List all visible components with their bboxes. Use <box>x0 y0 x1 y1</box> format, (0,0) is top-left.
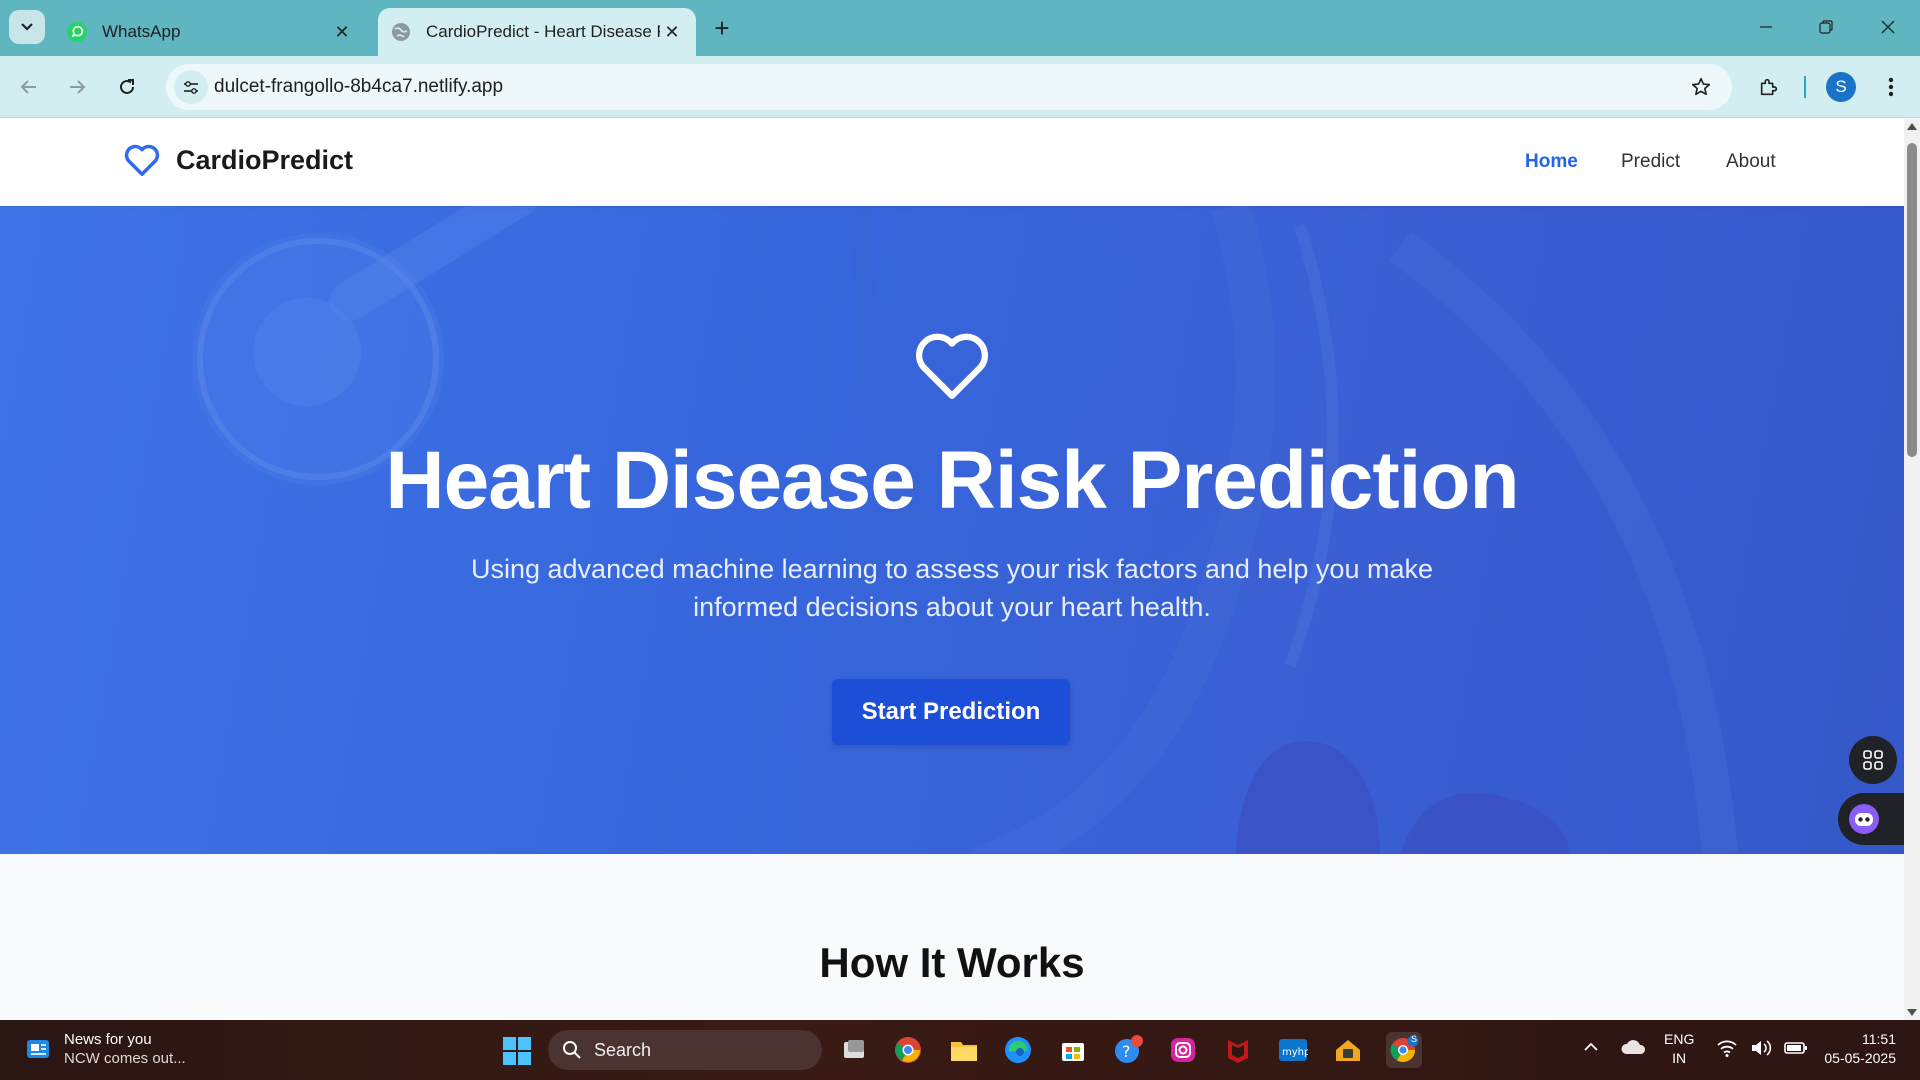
hero-title: Heart Disease Risk Prediction <box>385 435 1519 526</box>
back-button[interactable] <box>12 70 46 104</box>
browser-toolbar: dulcet-frangollo-8b4ca7.netlify.app S <box>0 56 1920 118</box>
tab-cardiopredict[interactable]: CardioPredict - Heart Disease R ✕ <box>378 8 696 56</box>
close-icon[interactable]: ✕ <box>660 20 684 44</box>
page-viewport: CardioPredict Home Predict About Heart D… <box>0 119 1904 1020</box>
minimize-button[interactable] <box>1744 10 1788 44</box>
scroll-up-arrow-icon[interactable] <box>1907 123 1917 130</box>
address-bar[interactable]: dulcet-frangollo-8b4ca7.netlify.app <box>166 64 1732 110</box>
myhp-icon[interactable]: myhp <box>1275 1032 1311 1068</box>
new-tab-button[interactable]: + <box>708 13 736 43</box>
microsoft-store-icon[interactable] <box>1055 1032 1091 1068</box>
restore-button[interactable] <box>1804 10 1848 44</box>
instagram-icon[interactable] <box>1165 1032 1201 1068</box>
site-navbar: CardioPredict Home Predict About <box>0 119 1904 206</box>
tune-icon <box>184 81 198 94</box>
chrome-profile-icon[interactable]: S <box>1386 1032 1422 1068</box>
region-code: IN <box>1672 1050 1687 1066</box>
profile-avatar[interactable]: S <box>1826 72 1856 102</box>
arrow-left-icon <box>20 80 36 94</box>
file-explorer-icon[interactable] <box>946 1032 982 1068</box>
page-scrollbar[interactable] <box>1904 119 1920 1020</box>
windows-start-icon[interactable] <box>502 1036 532 1066</box>
site-info-button[interactable] <box>174 70 208 104</box>
minimize-icon <box>1760 26 1772 28</box>
nav-home-link[interactable]: Home <box>1525 151 1578 173</box>
heart-icon <box>124 144 160 176</box>
close-window-button[interactable] <box>1866 10 1910 44</box>
taskbar-search-box[interactable]: Search <box>548 1030 822 1070</box>
system-tray-icons[interactable] <box>1716 1038 1808 1058</box>
assistant-bot-icon <box>1849 804 1879 834</box>
news-headline: NCW comes out... <box>64 1050 186 1067</box>
tab-search-button[interactable] <box>9 10 45 44</box>
floating-assistant-button[interactable] <box>1838 793 1904 845</box>
windows-taskbar: News for you NCW comes out... Search ? m… <box>0 1020 1920 1080</box>
chevron-up-icon[interactable] <box>1582 1038 1600 1056</box>
extensions-icon[interactable] <box>1752 70 1786 104</box>
volume-icon <box>1752 1040 1772 1056</box>
news-widget[interactable]: News for you NCW comes out... <box>24 1030 186 1068</box>
grid-icon <box>1863 750 1883 770</box>
mcafee-icon[interactable] <box>1220 1032 1256 1068</box>
chrome-icon[interactable] <box>890 1032 926 1068</box>
forward-button[interactable] <box>60 70 94 104</box>
edge-icon[interactable] <box>1000 1032 1036 1068</box>
reload-button[interactable] <box>110 70 144 104</box>
restore-icon <box>1819 20 1833 34</box>
svg-text:myhp: myhp <box>1282 1047 1308 1058</box>
close-icon <box>1881 20 1895 34</box>
close-icon[interactable]: ✕ <box>330 20 354 44</box>
vpn-lock-icon[interactable] <box>1330 1032 1366 1068</box>
how-it-works-heading: How It Works <box>819 939 1085 986</box>
scrollbar-thumb[interactable] <box>1907 143 1917 457</box>
wifi-icon <box>1717 1040 1737 1057</box>
news-icon <box>27 1040 49 1058</box>
start-prediction-button[interactable]: Start Prediction <box>832 679 1070 745</box>
browser-tab-strip: WhatsApp ✕ CardioPredict - Heart Disease… <box>0 0 1920 56</box>
arrow-right-icon <box>70 80 86 94</box>
nav-about-link[interactable]: About <box>1726 151 1776 173</box>
hero-subtitle: Using advanced machine learning to asses… <box>470 554 1433 622</box>
news-title: News for you <box>64 1031 152 1048</box>
tab-whatsapp[interactable]: WhatsApp ✕ <box>56 8 366 56</box>
heart-icon <box>915 333 989 399</box>
onedrive-cloud-icon[interactable] <box>1620 1038 1646 1056</box>
url-text[interactable]: dulcet-frangollo-8b4ca7.netlify.app <box>214 76 503 98</box>
clock-date: 05-05-2025 <box>1824 1050 1896 1066</box>
battery-icon <box>1784 1042 1807 1054</box>
clock[interactable]: 11:51 05-05-2025 <box>1816 1030 1896 1068</box>
search-label: Search <box>594 1039 652 1060</box>
task-view-icon[interactable] <box>836 1032 872 1068</box>
tab-title: CardioPredict - Heart Disease R <box>426 22 660 41</box>
brand-name: CardioPredict <box>176 144 354 175</box>
whatsapp-icon <box>66 21 88 43</box>
bookmark-star-icon[interactable] <box>1688 74 1714 100</box>
floating-apps-button[interactable] <box>1849 736 1897 784</box>
brand-logo[interactable]: CardioPredict <box>122 141 353 179</box>
more-menu-icon[interactable] <box>1876 70 1906 104</box>
svg-text:?: ? <box>1122 1042 1131 1061</box>
chrome-profile-badge: S <box>1411 1034 1418 1044</box>
hero-section: Heart Disease Risk Prediction Using adva… <box>0 206 1904 854</box>
nav-predict-link[interactable]: Predict <box>1621 151 1680 173</box>
help-app-icon[interactable]: ? <box>1110 1032 1146 1068</box>
tab-title: WhatsApp <box>102 22 181 41</box>
search-icon <box>563 1041 581 1059</box>
language-indicator[interactable]: ENG IN <box>1664 1030 1694 1068</box>
toolbar-divider <box>1804 76 1806 98</box>
language-code: ENG <box>1664 1031 1695 1047</box>
chevron-down-icon <box>21 23 33 31</box>
stethoscope-background-image <box>192 206 1738 854</box>
clock-time: 11:51 <box>1862 1031 1896 1047</box>
scroll-down-arrow-icon[interactable] <box>1907 1009 1917 1016</box>
globe-icon <box>390 21 412 43</box>
reload-icon <box>120 79 134 94</box>
